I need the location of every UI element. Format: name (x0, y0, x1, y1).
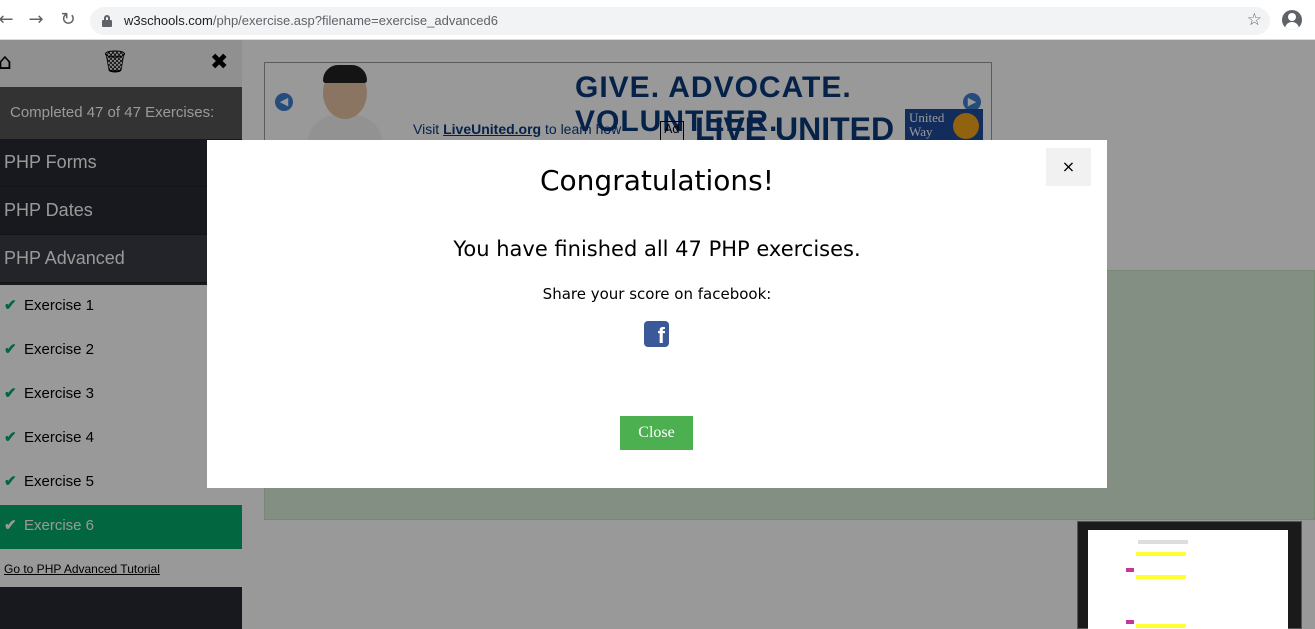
facebook-icon[interactable]: f (644, 321, 669, 348)
back-icon[interactable]: ← (0, 8, 18, 32)
close-button[interactable]: Close (620, 416, 693, 450)
lock-icon (102, 15, 112, 27)
share-text: Share your score on facebook: (542, 285, 772, 303)
address-bar[interactable]: w3schools.com/php/exercise.asp?filename=… (90, 7, 1270, 35)
modal-title: Congratulations! (540, 164, 774, 197)
url-text[interactable]: w3schools.com/php/exercise.asp?filename=… (124, 13, 498, 28)
reload-icon[interactable]: ↻ (56, 8, 80, 32)
screen-capture-thumbnail[interactable] (1077, 521, 1302, 629)
modal-message: You have finished all 47 PHP exercises. (453, 237, 861, 261)
profile-avatar-icon[interactable] (1282, 10, 1302, 30)
bookmark-star-icon[interactable]: ☆ (1247, 10, 1262, 30)
congratulations-modal: × Congratulations! You have finished all… (207, 140, 1107, 488)
browser-toolbar: ← → ↻ w3schools.com/php/exercise.asp?fil… (0, 0, 1315, 40)
forward-icon[interactable]: → (24, 8, 48, 32)
